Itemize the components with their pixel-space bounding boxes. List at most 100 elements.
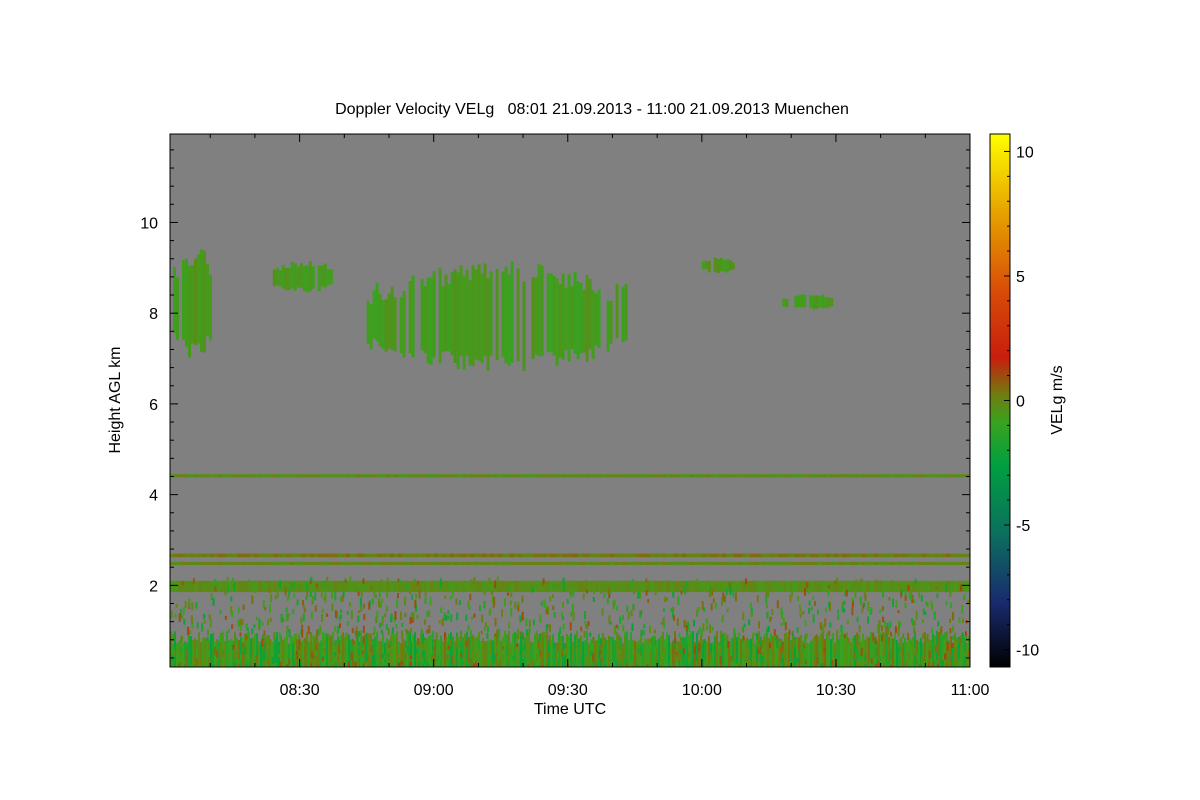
velocity-cell xyxy=(374,580,378,593)
velocity-speckle xyxy=(543,631,546,638)
velocity-cell xyxy=(482,580,486,593)
velocity-speckle xyxy=(508,587,511,591)
velocity-speckle xyxy=(450,614,453,623)
velocity-cell xyxy=(198,561,202,565)
velocity-cell xyxy=(250,553,254,558)
velocity-speckle xyxy=(445,636,448,643)
velocity-speckle xyxy=(493,636,496,644)
velocity-cell xyxy=(282,474,286,478)
velocity-cell xyxy=(642,553,646,558)
velocity-cell xyxy=(585,275,589,362)
velocity-speckle xyxy=(231,624,234,629)
velocity-speckle xyxy=(701,601,704,610)
velocity-cell xyxy=(827,297,831,308)
velocity-speckle xyxy=(571,603,574,612)
velocity-speckle xyxy=(918,664,921,667)
velocity-speckle xyxy=(756,595,759,603)
velocity-speckle xyxy=(254,589,257,594)
y-tick-label: 10 xyxy=(140,215,158,232)
velocity-speckle xyxy=(201,644,204,650)
velocity-speckle xyxy=(742,612,745,621)
velocity-cell xyxy=(490,553,494,558)
velocity-cell xyxy=(329,269,333,285)
velocity-cell xyxy=(298,553,302,558)
velocity-cell xyxy=(498,474,502,478)
velocity-cell xyxy=(558,474,562,478)
velocity-speckle xyxy=(279,580,282,589)
velocity-cell xyxy=(366,300,370,344)
velocity-speckle xyxy=(189,630,192,635)
velocity-cell xyxy=(342,561,346,565)
velocity-cell xyxy=(494,474,498,478)
velocity-cell xyxy=(381,300,385,349)
velocity-speckle xyxy=(525,629,528,636)
velocity-speckle xyxy=(703,639,706,644)
velocity-speckle xyxy=(426,629,429,634)
velocity-cell xyxy=(198,580,202,593)
velocity-speckle xyxy=(190,615,193,625)
velocity-cell xyxy=(498,553,502,558)
velocity-speckle xyxy=(203,613,206,620)
velocity-speckle xyxy=(320,592,323,598)
velocity-cell xyxy=(206,474,210,478)
velocity-speckle xyxy=(302,657,305,664)
velocity-speckle xyxy=(520,655,523,663)
velocity-cell xyxy=(210,580,214,593)
velocity-speckle xyxy=(328,653,331,660)
velocity-speckle xyxy=(632,661,635,667)
velocity-cell xyxy=(706,553,710,558)
velocity-speckle xyxy=(414,648,417,654)
velocity-cell xyxy=(178,640,180,667)
velocity-speckle xyxy=(305,595,308,600)
velocity-cell xyxy=(710,561,714,565)
velocity-speckle xyxy=(237,607,240,614)
velocity-speckle xyxy=(490,590,493,595)
velocity-speckle xyxy=(424,597,427,605)
velocity-speckle xyxy=(232,577,234,582)
velocity-speckle xyxy=(903,657,906,666)
velocity-speckle xyxy=(404,653,407,660)
velocity-speckle xyxy=(749,660,751,667)
velocity-speckle xyxy=(560,640,563,645)
velocity-cell xyxy=(408,281,412,354)
velocity-cell xyxy=(468,637,470,667)
velocity-speckle xyxy=(493,653,496,661)
velocity-cell xyxy=(942,474,946,478)
velocity-cell xyxy=(230,561,234,565)
velocity-speckle xyxy=(841,605,844,612)
velocity-speckle xyxy=(949,628,952,634)
velocity-cell xyxy=(562,561,566,565)
velocity-speckle xyxy=(190,664,193,667)
velocity-cell xyxy=(950,553,954,558)
velocity-cell xyxy=(330,580,334,593)
velocity-cell xyxy=(666,474,670,478)
velocity-speckle xyxy=(406,645,409,653)
velocity-cell xyxy=(486,553,490,558)
velocity-cell xyxy=(690,553,694,558)
velocity-speckle xyxy=(875,579,878,587)
velocity-cell xyxy=(234,561,238,565)
velocity-cell xyxy=(206,263,209,337)
velocity-speckle xyxy=(632,605,635,610)
velocity-speckle xyxy=(535,632,538,641)
velocity-speckle xyxy=(585,644,587,648)
velocity-speckle xyxy=(472,654,475,664)
velocity-speckle xyxy=(618,649,621,655)
velocity-cell xyxy=(514,474,518,478)
velocity-speckle xyxy=(803,644,806,649)
velocity-cell xyxy=(394,553,398,558)
velocity-speckle xyxy=(374,666,377,667)
velocity-speckle xyxy=(372,655,375,663)
velocity-cell xyxy=(612,637,614,667)
velocity-cell xyxy=(954,561,958,565)
velocity-cell xyxy=(262,561,266,565)
velocity-speckle xyxy=(626,605,629,613)
velocity-speckle xyxy=(514,661,517,667)
velocity-speckle xyxy=(402,587,405,592)
velocity-speckle xyxy=(386,591,389,598)
velocity-speckle xyxy=(257,642,260,648)
velocity-speckle xyxy=(678,660,681,666)
velocity-speckle xyxy=(386,645,389,654)
velocity-cell xyxy=(742,553,746,558)
velocity-cell xyxy=(846,553,850,558)
